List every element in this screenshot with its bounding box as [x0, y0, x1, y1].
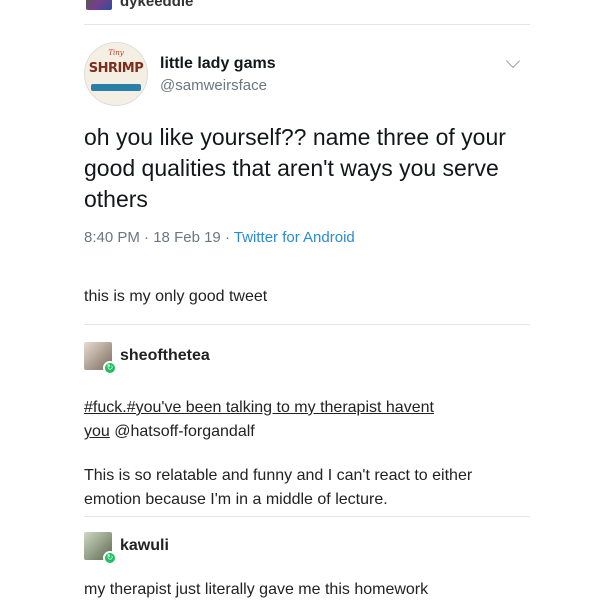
tweet-text: oh you like yourself?? name three of you…	[84, 124, 506, 212]
reblog-body: my therapist just literally gave me this…	[84, 581, 429, 598]
top-user-name[interactable]: dykeeddie	[120, 0, 193, 10]
tweet-header: Tiny SHRIMP little lady gams @samweirsfa…	[84, 42, 524, 106]
avatar[interactable]: ↻	[84, 342, 117, 375]
tweet-date: 18 Feb 19	[153, 229, 221, 246]
tweet-display-name[interactable]: little lady gams	[160, 55, 276, 73]
tweet-source-link[interactable]: Twitter for Android	[234, 229, 355, 246]
tag-link[interactable]: #fuck.#you've been talking to my therapi…	[84, 399, 434, 416]
reblog-entry: ↻ sheofthetea #fuck.#you've been talking…	[84, 342, 524, 512]
reblog-username[interactable]: kawuli	[120, 537, 169, 555]
divider	[84, 24, 530, 25]
avatar-band	[91, 84, 141, 91]
reblog-entry: ↻ kawuli my therapist just literally gav…	[84, 532, 524, 600]
tweet-author: little lady gams @samweirsface	[160, 55, 276, 94]
post-caption: this is my only good tweet	[84, 288, 268, 305]
reblog-header: ↻ sheofthetea	[84, 342, 524, 375]
tweet-handle[interactable]: @samweirsface	[160, 77, 276, 94]
tweet-meta: 8:40 PM · 18 Feb 19 · Twitter for Androi…	[84, 229, 524, 246]
meta-separator: ·	[224, 229, 230, 246]
meta-separator: ·	[144, 229, 150, 246]
top-user[interactable]: dykeeddie	[86, 0, 193, 10]
reblog-body: This is so relatable and funny and I can…	[84, 467, 473, 508]
tag-link[interactable]: you	[84, 423, 110, 440]
top-user-avatar[interactable]	[86, 0, 112, 10]
embedded-tweet: Tiny SHRIMP little lady gams @samweirsfa…	[84, 42, 524, 246]
divider	[84, 324, 530, 325]
reblog-icon: ↻	[103, 361, 117, 375]
reblog-icon: ↻	[103, 551, 117, 565]
reblog-header: ↻ kawuli	[84, 532, 524, 565]
mention-link[interactable]: @hatsoff-forgandalf	[110, 423, 254, 440]
reblog-tags: #fuck.#you've been talking to my therapi…	[84, 396, 524, 444]
divider	[84, 516, 530, 517]
avatar[interactable]: ↻	[84, 532, 117, 565]
reblog-username[interactable]: sheofthetea	[120, 347, 210, 365]
tweet-avatar[interactable]: Tiny SHRIMP	[84, 42, 148, 106]
tweet-time: 8:40 PM	[84, 229, 140, 246]
avatar-tiny-text: Tiny	[108, 49, 124, 57]
avatar-shrimp-text: SHRIMP	[88, 61, 144, 76]
